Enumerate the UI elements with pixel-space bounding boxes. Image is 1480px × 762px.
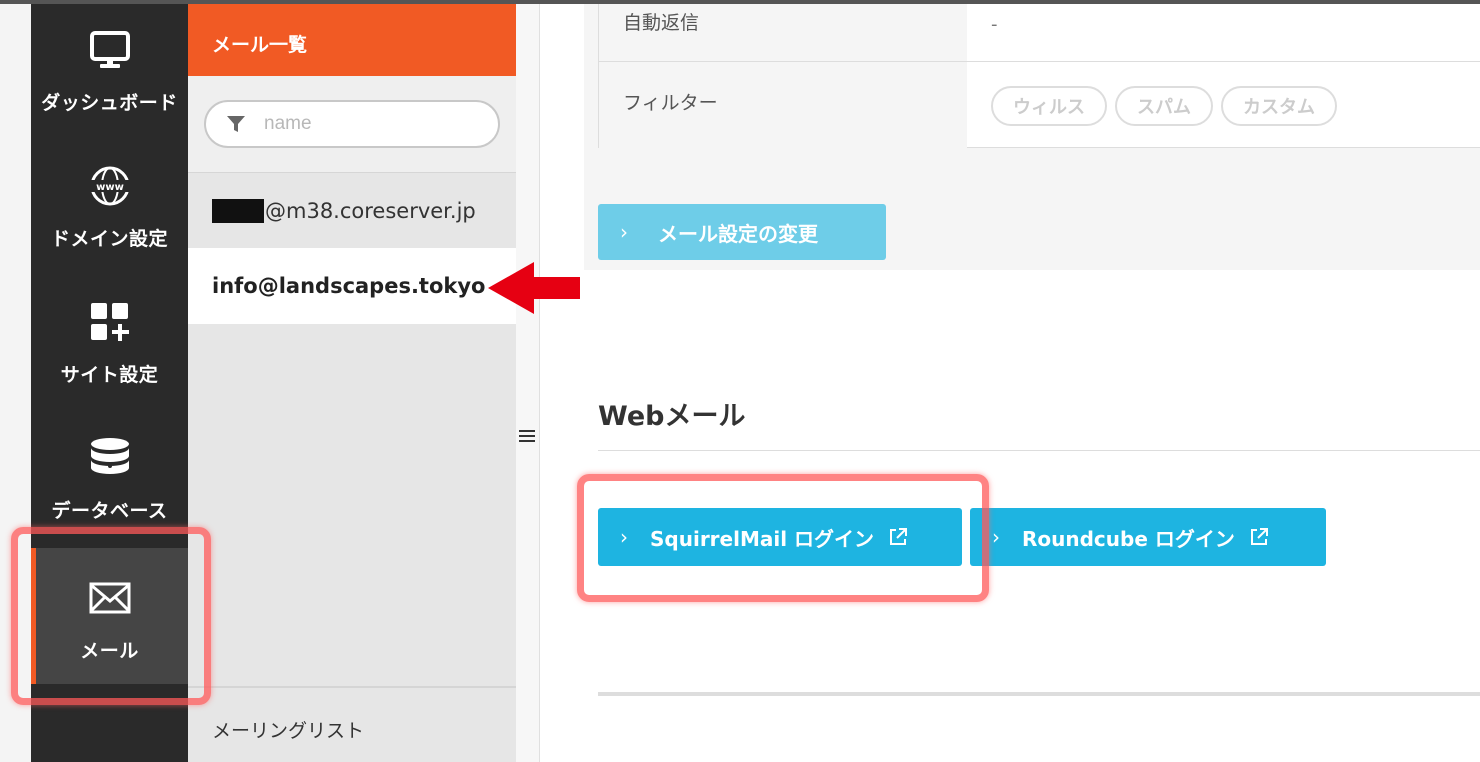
nav-item-database[interactable]: データベース	[31, 408, 188, 544]
divider	[598, 692, 1480, 696]
app-root: ダッシュボード www ドメイン設定 サイト設定 データベース メール メール一…	[0, 0, 1480, 762]
button-label: メール設定の変更	[658, 221, 818, 246]
change-mail-settings-button[interactable]: › メール設定の変更	[598, 204, 886, 260]
hamburger-icon[interactable]	[519, 430, 535, 445]
mail-settings-table: 自動返信 - フィルター ウィルス スパム カスタム	[598, 0, 1480, 148]
mail-settings-panel: 自動返信 - フィルター ウィルス スパム カスタム › メール設定の変更	[584, 0, 1480, 270]
panel-splitter[interactable]	[516, 0, 540, 762]
filter-funnel-icon	[226, 114, 246, 138]
external-link-icon	[1249, 527, 1269, 547]
mail-account-address: @m38.coreserver.jp	[265, 198, 476, 223]
mailing-list-link[interactable]: メーリングリスト	[188, 686, 516, 762]
redacted-block	[212, 198, 264, 223]
nav-item-label: データベース	[51, 500, 168, 522]
filter-label: フィルター	[599, 62, 967, 148]
mail-list-panel: メール一覧 @m38.coreserver.jp info@landscapes…	[188, 0, 516, 762]
top-edge-bar	[0, 0, 1480, 4]
tag-virus: ウィルス	[991, 86, 1107, 126]
table-row: フィルター ウィルス スパム カスタム	[599, 62, 1480, 148]
table-row: 自動返信 -	[599, 0, 1480, 62]
filter-input[interactable]	[264, 112, 484, 136]
webmail-heading: Webメール	[598, 401, 746, 432]
nav-item-label: サイト設定	[60, 364, 159, 386]
tag-custom: カスタム	[1221, 86, 1337, 126]
database-icon	[31, 436, 188, 480]
main-content: 自動返信 - フィルター ウィルス スパム カスタム › メール設定の変更 We…	[540, 0, 1480, 762]
nav-item-dashboard[interactable]: ダッシュボード	[31, 0, 188, 136]
button-label: Roundcube ログイン	[1022, 526, 1235, 551]
monitor-icon	[31, 28, 188, 72]
grid-plus-icon	[31, 300, 188, 344]
auto-reply-value: -	[991, 14, 998, 35]
nav-item-label: ドメイン設定	[50, 228, 168, 250]
highlight-box-squirrelmail	[577, 474, 989, 602]
mail-account-row-selected[interactable]: info@landscapes.tokyo	[188, 248, 516, 324]
nav-item-site[interactable]: サイト設定	[31, 272, 188, 408]
filter-value: ウィルス スパム カスタム	[967, 62, 1480, 148]
tag-spam: スパム	[1115, 86, 1213, 126]
filter-box	[204, 100, 500, 148]
red-arrow-icon	[488, 262, 580, 314]
filter-tags: ウィルス スパム カスタム	[991, 86, 1337, 126]
mail-account-address: info@landscapes.tokyo	[212, 274, 486, 298]
highlight-box-mail-nav	[11, 527, 211, 705]
chevron-right-icon: ›	[992, 525, 1000, 549]
roundcube-login-button[interactable]: › Roundcube ログイン	[970, 508, 1326, 566]
filter-area	[188, 76, 516, 172]
chevron-right-icon: ›	[620, 220, 628, 244]
svg-text:www: www	[96, 182, 124, 193]
nav-item-label: ダッシュボード	[41, 92, 178, 114]
globe-www-icon: www	[31, 164, 188, 208]
mail-list-title: メール一覧	[188, 0, 516, 76]
divider	[598, 450, 1480, 451]
nav-item-domain[interactable]: www ドメイン設定	[31, 136, 188, 272]
auto-reply-label: 自動返信	[599, 0, 967, 61]
mail-account-row[interactable]: @m38.coreserver.jp	[188, 172, 516, 248]
